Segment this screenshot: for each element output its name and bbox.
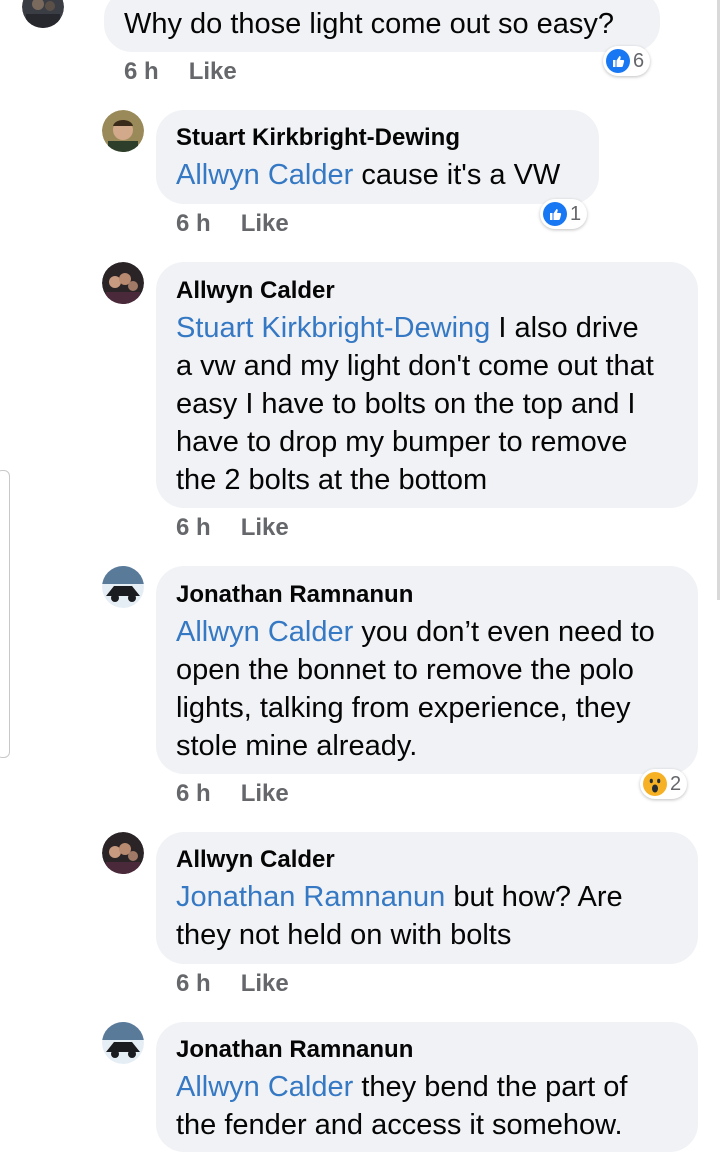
- mention-link[interactable]: Allwyn Calder: [176, 616, 353, 648]
- comment-meta: 6 h Like: [124, 58, 237, 86]
- avatar[interactable]: [102, 566, 144, 608]
- comment-author[interactable]: Stuart Kirkbright-Dewing: [176, 124, 460, 152]
- like-icon: [606, 49, 630, 73]
- comment-meta: 6 h Like: [176, 780, 289, 808]
- comment-text-line: open the bonnet to remove the polo: [176, 654, 634, 686]
- reaction-count: 6: [633, 49, 645, 72]
- comment-meta: 6 h Like: [176, 210, 289, 238]
- comment-text: Stuart Kirkbright-Dewing I also drive a …: [176, 309, 692, 499]
- comment-text-line: cause it's a VW: [353, 159, 561, 191]
- comment-text-line: the 2 bolts at the bottom: [176, 464, 488, 496]
- comment-text-line: they bend the part of: [353, 1071, 628, 1103]
- comment-time: 6 h: [176, 970, 211, 997]
- comment-author[interactable]: Jonathan Ramnanun: [176, 581, 413, 609]
- comment-text-line: have to drop my bumper to remove: [176, 426, 628, 458]
- avatar[interactable]: [102, 262, 144, 304]
- comment-text: Why do those light come out so easy?: [124, 8, 615, 40]
- comment-text-line: a vw and my light don't come out that: [176, 350, 654, 382]
- avatar[interactable]: [102, 110, 144, 152]
- comment-author[interactable]: Allwyn Calder: [176, 846, 335, 874]
- comment-text-line: but how? Are: [445, 881, 623, 913]
- comment-text-line: stole mine already.: [176, 730, 418, 762]
- comment-text-line: easy I have to bolts on the top and I: [176, 388, 636, 420]
- comment-text: Allwyn Calder cause it's a VW: [176, 156, 560, 194]
- comment-text: Jonathan Ramnanun but how? Are they not …: [176, 878, 692, 954]
- like-button[interactable]: Like: [189, 58, 237, 85]
- reaction-badge[interactable]: 1: [540, 199, 588, 229]
- comment-text: Allwyn Calder they bend the part of the …: [176, 1068, 692, 1144]
- comment-time: 6 h: [176, 514, 211, 541]
- side-edge-handle[interactable]: [0, 470, 10, 758]
- avatar[interactable]: [102, 1022, 144, 1064]
- like-icon: [543, 202, 567, 226]
- comment-text-line: lights, talking from experience, they: [176, 692, 631, 724]
- avatar[interactable]: [22, 0, 64, 28]
- wow-icon: [643, 772, 667, 796]
- comment-meta: 6 h Like: [176, 514, 289, 542]
- like-button[interactable]: Like: [241, 970, 289, 997]
- reaction-badge[interactable]: 2: [640, 769, 688, 799]
- comment-text-line: the fender and access it somehow.: [176, 1109, 623, 1141]
- mention-link[interactable]: Stuart Kirkbright-Dewing: [176, 312, 490, 344]
- comment-text-line: you don’t even need to: [353, 616, 655, 648]
- comment-author[interactable]: Jonathan Ramnanun: [176, 1036, 413, 1064]
- comment-text: Allwyn Calder you don’t even need to ope…: [176, 613, 692, 765]
- reaction-count: 1: [570, 202, 582, 225]
- comment-author[interactable]: Allwyn Calder: [176, 277, 335, 305]
- comment-time: 6 h: [124, 58, 159, 85]
- mention-link[interactable]: Jonathan Ramnanun: [176, 881, 445, 913]
- mention-link[interactable]: Allwyn Calder: [176, 159, 353, 191]
- comment-text-line: I also drive: [490, 312, 639, 344]
- comment-time: 6 h: [176, 210, 211, 237]
- comment-meta: 6 h Like: [176, 970, 289, 998]
- comment-time: 6 h: [176, 780, 211, 807]
- comment-text-line: they not held on with bolts: [176, 919, 512, 951]
- avatar[interactable]: [102, 832, 144, 874]
- reaction-badge[interactable]: 6: [603, 46, 651, 76]
- mention-link[interactable]: Allwyn Calder: [176, 1071, 353, 1103]
- like-button[interactable]: Like: [241, 780, 289, 807]
- reaction-count: 2: [670, 772, 682, 795]
- like-button[interactable]: Like: [241, 210, 289, 237]
- like-button[interactable]: Like: [241, 514, 289, 541]
